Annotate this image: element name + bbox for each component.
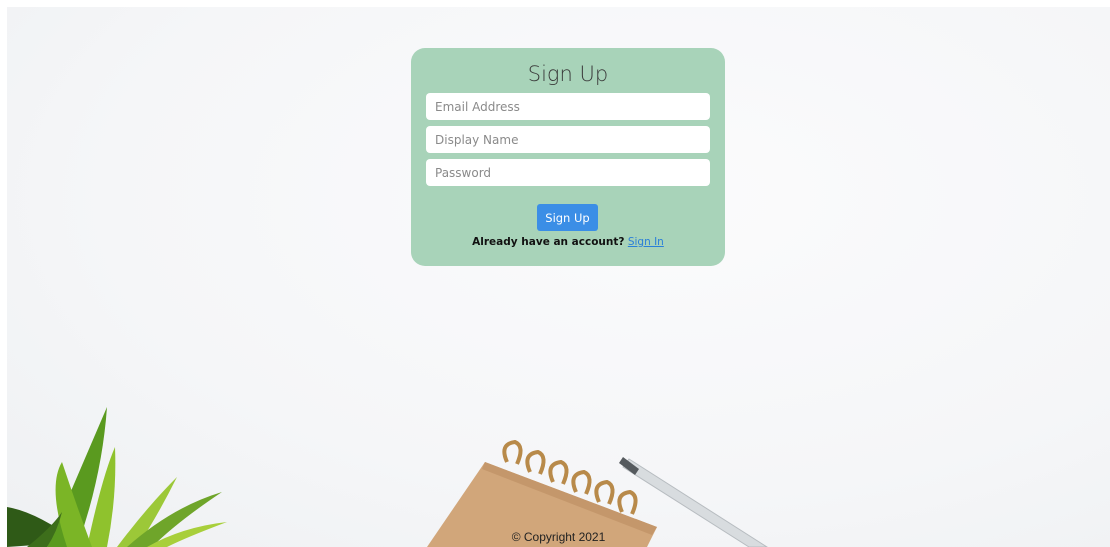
plant-image <box>7 407 227 547</box>
signup-button[interactable]: Sign Up <box>537 204 598 231</box>
have-account-text: Already have an account? <box>472 236 625 248</box>
signup-card: Sign Up Sign Up Already have an account?… <box>411 48 725 266</box>
signin-link[interactable]: Sign In <box>628 236 664 248</box>
copyright-footer: © Copyright 2021 <box>511 530 606 544</box>
signin-prompt: Already have an account? Sign In <box>411 236 725 248</box>
email-input[interactable] <box>426 93 710 120</box>
signup-title: Sign Up <box>527 62 609 86</box>
password-input[interactable] <box>426 159 710 186</box>
display-name-input[interactable] <box>426 126 710 153</box>
page-background: Sign Up Sign Up Already have an account?… <box>7 7 1110 547</box>
